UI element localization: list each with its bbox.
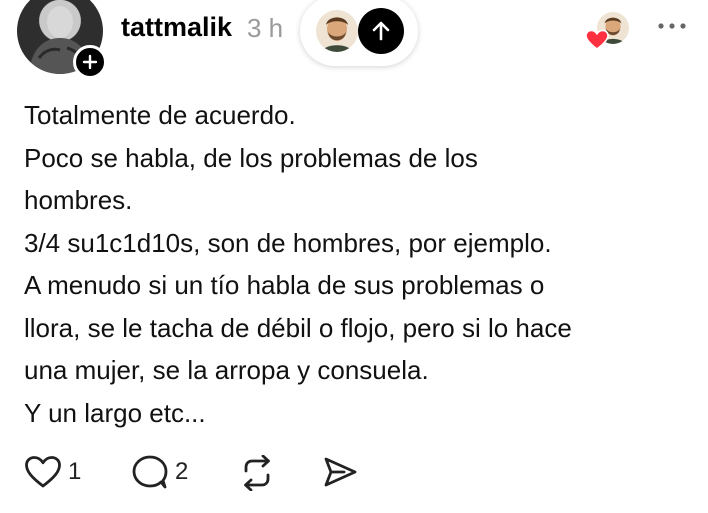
speech-bubble-icon (132, 455, 168, 489)
share-button[interactable] (322, 455, 358, 489)
heart-badge-icon (585, 29, 609, 51)
repost-icon (244, 455, 270, 491)
post-line: Y un largo etc... (24, 397, 206, 428)
action-bar: 1 2 (0, 448, 708, 498)
post-line: una mujer, se la arropa y consuela. (24, 355, 429, 385)
more-options-button[interactable] (656, 16, 688, 36)
reply-preview-pill[interactable] (300, 0, 418, 66)
liked-by-indicator[interactable] (585, 12, 631, 52)
post-line: llora, se le tacha de débil o flojo, per… (24, 312, 572, 343)
heart-icon (25, 456, 61, 488)
like-button[interactable]: 1 (24, 455, 81, 489)
post-line: Totalmente de acuerdo. (24, 100, 296, 130)
send-icon (324, 457, 357, 487)
reply-button[interactable]: 2 (131, 454, 188, 490)
post-line: Poco se habla, de los problemas de los (24, 142, 478, 173)
scroll-up-button[interactable] (358, 8, 404, 54)
post-line: hombres. (24, 185, 133, 215)
post-line: A menudo si un tío habla de sus problema… (24, 270, 545, 300)
reply-count: 2 (175, 458, 189, 485)
like-count: 1 (68, 458, 82, 485)
follow-plus-button[interactable] (73, 45, 107, 79)
ellipsis-icon (658, 23, 686, 29)
author-username[interactable]: tattmalik (121, 12, 232, 43)
plus-icon (82, 54, 98, 70)
arrow-up-icon (372, 21, 390, 41)
replier-avatar (316, 10, 358, 52)
post-line: 3/4 su1c1d10s, son de hombres, por ejemp… (24, 227, 552, 258)
post-timestamp: 3 h (247, 13, 284, 43)
repost-button[interactable] (238, 455, 276, 491)
post-body: Totalmente de acuerdo. Poco se habla, de… (24, 94, 694, 434)
